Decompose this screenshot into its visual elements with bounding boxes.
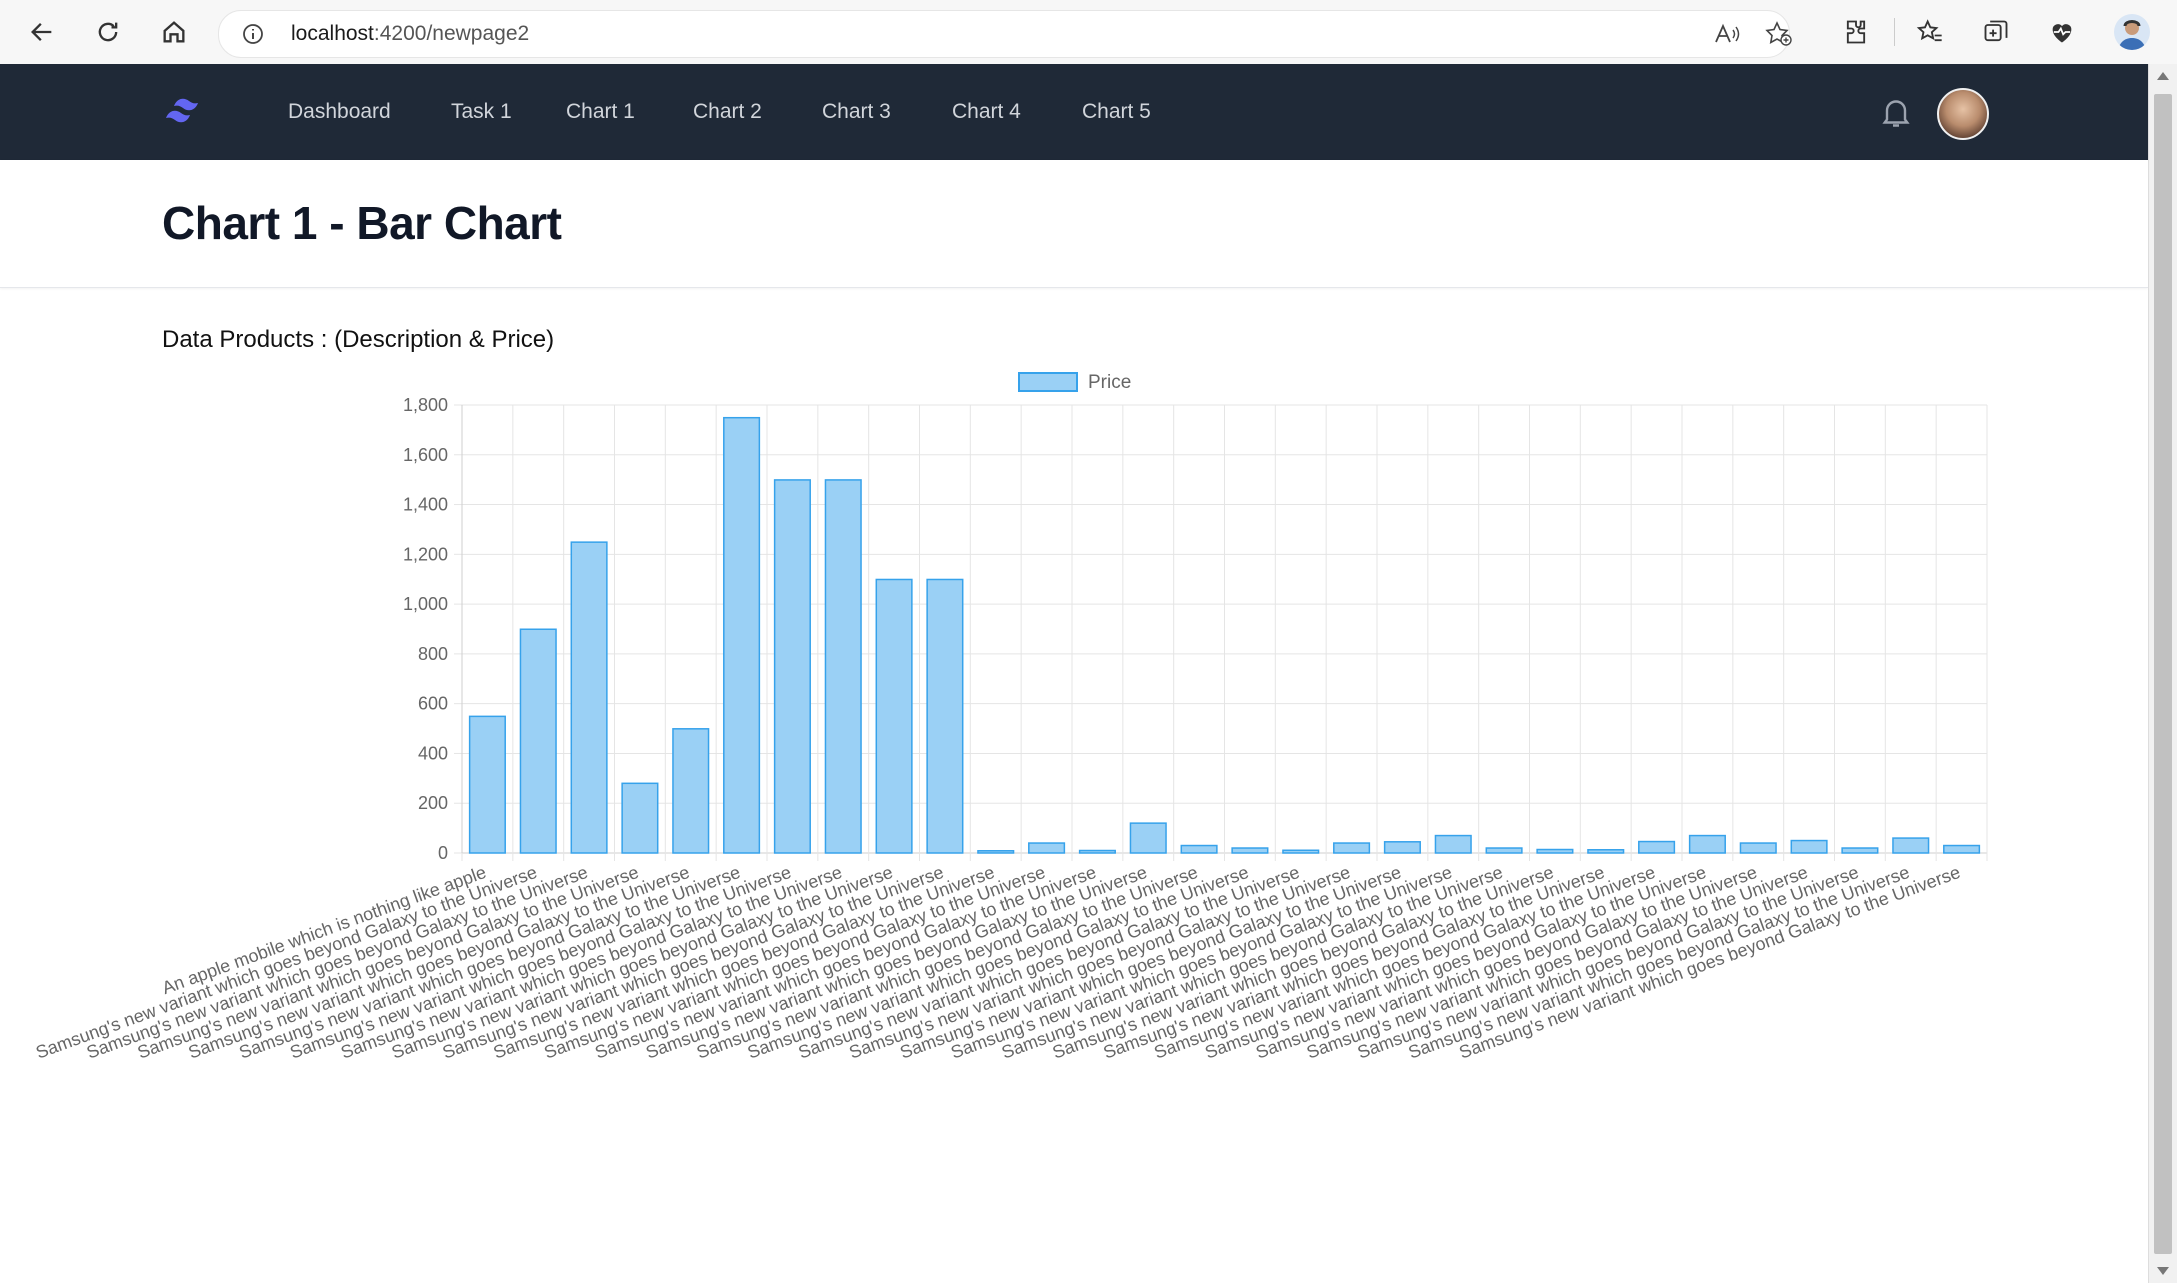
y-tick-label: 200 (418, 793, 448, 813)
legend-label: Price (1088, 372, 1131, 393)
bar (1078, 849, 1116, 854)
bar (1790, 839, 1828, 854)
y-tick-label: 800 (418, 644, 448, 664)
bar (1739, 842, 1777, 854)
url-path: :4200/newpage2 (373, 22, 530, 45)
y-tick-label: 1,000 (403, 594, 448, 614)
bar (824, 479, 862, 854)
bar (773, 479, 811, 854)
section-subtitle: Data Products : (Description & Price) (162, 326, 555, 353)
scroll-down-arrow-icon[interactable] (2157, 1267, 2169, 1275)
browser-toolbar: localhost:4200/newpage2 (0, 0, 2177, 65)
bar (723, 416, 761, 854)
health-icon[interactable] (2046, 16, 2078, 48)
scroll-thumb[interactable] (2154, 94, 2172, 1254)
bar (1587, 849, 1625, 854)
bar (1282, 849, 1320, 854)
bar (1688, 834, 1726, 854)
tailwind-logo-icon[interactable] (162, 94, 210, 130)
bar (672, 728, 710, 854)
bar (1892, 837, 1930, 854)
bar (570, 541, 608, 854)
bar (1383, 841, 1421, 854)
bar (875, 578, 913, 854)
address-bar[interactable]: localhost:4200/newpage2 (218, 10, 1793, 58)
nav-task-1[interactable]: Task 1 (451, 100, 512, 124)
y-tick-label: 0 (438, 843, 448, 863)
bar (1028, 842, 1066, 854)
bar (926, 578, 964, 854)
bar (1129, 822, 1167, 854)
bar (1943, 844, 1981, 854)
nav-chart-5[interactable]: Chart 5 (1082, 100, 1151, 124)
home-icon[interactable] (156, 14, 192, 50)
nav-chart-2[interactable]: Chart 2 (693, 100, 762, 124)
favorites-icon[interactable] (1914, 16, 1946, 48)
y-tick-label: 1,200 (403, 544, 448, 564)
legend-swatch (1018, 372, 1078, 392)
bar (519, 628, 557, 854)
url-text: localhost:4200/newpage2 (291, 22, 529, 46)
bar (621, 782, 659, 854)
read-aloud-icon[interactable] (1713, 22, 1741, 51)
toolbar-divider (1894, 18, 1895, 46)
bar (468, 715, 506, 854)
bar (977, 850, 1015, 854)
scroll-up-arrow-icon[interactable] (2157, 72, 2169, 80)
bar (1536, 848, 1574, 854)
user-avatar[interactable] (1937, 88, 1989, 140)
bar-chart: Price 0 200 400 600 800 1,000 1,200 1,400 1,600 1,… (33, 372, 1988, 1063)
bar (1180, 844, 1218, 854)
page-header: Chart 1 - Bar Chart (0, 160, 2148, 288)
page-title: Chart 1 - Bar Chart (162, 197, 562, 249)
extensions-icon[interactable] (1840, 16, 1872, 48)
nav-dashboard[interactable]: Dashboard (288, 100, 391, 124)
y-tick-label: 1,400 (403, 495, 448, 515)
nav-chart-3[interactable]: Chart 3 (822, 100, 891, 124)
nav-chart-1[interactable]: Chart 1 (566, 100, 635, 124)
back-icon[interactable] (24, 14, 60, 50)
y-tick-label: 400 (418, 743, 448, 763)
url-host: localhost (291, 22, 374, 45)
collections-icon[interactable] (1980, 16, 2012, 48)
browser-profile-avatar[interactable] (2114, 14, 2150, 50)
bar (1638, 840, 1676, 854)
bar (1841, 847, 1879, 854)
bell-icon[interactable] (1878, 94, 1914, 130)
info-icon[interactable] (241, 22, 265, 51)
app-navbar: Dashboard Task 1 Chart 1 Chart 2 Chart 3… (0, 64, 2148, 160)
y-tick-label: 600 (418, 694, 448, 714)
y-tick-label: 1,800 (403, 395, 448, 415)
refresh-icon[interactable] (90, 14, 126, 50)
vertical-scrollbar[interactable] (2148, 64, 2177, 1283)
nav-chart-4[interactable]: Chart 4 (952, 100, 1021, 124)
bar (1231, 847, 1269, 854)
bar (1333, 842, 1371, 854)
y-tick-label: 1,600 (403, 445, 448, 465)
bar (1434, 834, 1472, 854)
bar (1485, 847, 1523, 854)
add-favorite-icon[interactable] (1765, 21, 1793, 52)
